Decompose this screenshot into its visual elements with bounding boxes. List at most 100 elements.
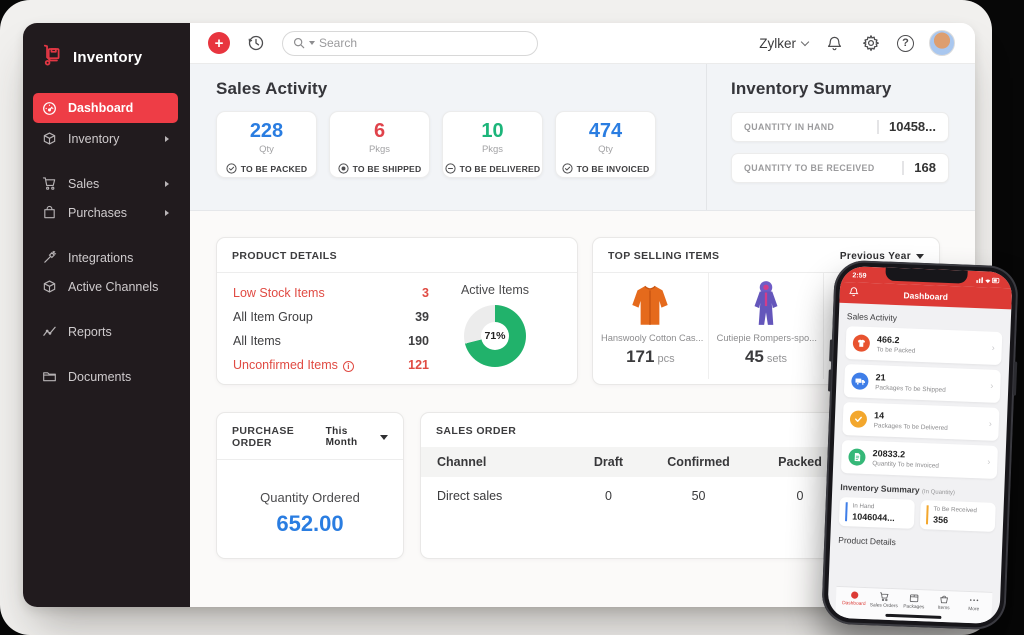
basket-icon <box>940 595 948 604</box>
dot-circle-icon <box>337 163 349 174</box>
recent-history-icon[interactable] <box>245 32 267 54</box>
user-avatar[interactable] <box>929 30 955 56</box>
search-input[interactable] <box>319 36 527 50</box>
col-confirmed: Confirmed <box>640 447 757 477</box>
phone-bell-icon <box>849 286 859 299</box>
sidebar: Inventory Dashboard Inventory Sales Purc… <box>23 23 190 607</box>
chevron-right-icon <box>165 180 169 187</box>
global-search[interactable] <box>282 30 538 56</box>
phone-product-details-title: Product Details <box>838 534 897 548</box>
phone-card-to-be-packed: 466.2 To be Packed › <box>845 326 1003 366</box>
cart-icon <box>42 177 56 190</box>
sales-activity-title: Sales Activity <box>216 79 328 98</box>
shirt-icon <box>852 334 871 352</box>
top-selling-item[interactable]: Cutiepie Rompers-spo... 45 sets <box>709 273 825 379</box>
phone-tab-items: Items <box>929 593 960 611</box>
col-channel: Channel <box>421 447 577 477</box>
purchase-order-title: PURCHASE ORDER <box>232 425 295 449</box>
chevron-right-icon: › <box>990 380 994 391</box>
purchase-order-card: PURCHASE ORDER This Month Quantity Order… <box>216 412 404 559</box>
phone-tab-more: More <box>959 595 990 613</box>
active-items-donut: 71% <box>464 305 526 367</box>
pd-row-all-items[interactable]: All Items 190 <box>233 329 429 353</box>
pd-row-all-item-group[interactable]: All Item Group 39 <box>233 305 429 329</box>
box-icon <box>909 594 919 603</box>
pd-row-unconfirmed-items[interactable]: Unconfirmed Items i 121 <box>233 353 429 377</box>
pd-row-low-stock[interactable]: Low Stock Items 3 <box>233 281 429 305</box>
sidebar-item-dashboard[interactable]: Dashboard <box>33 93 178 123</box>
notifications-bell-icon[interactable] <box>823 32 845 54</box>
top-selling-title: TOP SELLING ITEMS <box>608 250 720 262</box>
phone-inventory-summary-title: Inventory Summary (In Quantity) <box>840 481 956 497</box>
chevron-right-icon: › <box>987 456 991 467</box>
inventory-summary-section: Inventory Summary QUANTITY IN HAND 10458… <box>707 64 975 210</box>
brand: Inventory <box>23 23 190 87</box>
stat-card-to-be-invoiced[interactable]: 474 Qty TO BE INVOICED <box>555 111 656 178</box>
phone-time: 2:59 <box>852 272 867 280</box>
sidebar-item-integrations[interactable]: Integrations <box>33 244 178 271</box>
phone-screen: 2:59 Dashboard Sales Activity 466.2 To b… <box>827 265 1013 625</box>
topbar: + Zylker <box>190 23 975 64</box>
phone-summary-in-hand: In Hand 1046044... <box>838 496 915 529</box>
quantity-ordered-label: Quantity Ordered <box>260 490 360 505</box>
upper-strip: Sales Activity 228 Qty TO BE PACKED 6 Pk… <box>190 64 975 211</box>
phone-volume-button <box>829 339 833 362</box>
stat-card-to-be-delivered[interactable]: 10 Pkgs TO BE DELIVERED <box>442 111 543 178</box>
phone-nav-title: Dashboard <box>903 289 949 302</box>
purchase-order-range-dropdown[interactable]: This Month <box>326 426 388 448</box>
more-dots-icon <box>969 599 979 602</box>
top-selling-item[interactable]: Hanswooly Cotton Cas... 171 pcs <box>593 273 709 379</box>
brand-name: Inventory <box>73 49 143 66</box>
phone-sales-activity-title: Sales Activity <box>846 311 898 324</box>
inventory-logo-icon <box>41 44 63 71</box>
sidebar-item-active-channels[interactable]: Active Channels <box>33 273 178 300</box>
stat-card-to-be-shipped[interactable]: 6 Pkgs TO BE SHIPPED <box>329 111 430 178</box>
cube-icon <box>43 132 56 145</box>
donut-percent-label: 71% <box>484 330 506 342</box>
quick-create-button[interactable]: + <box>208 32 230 54</box>
org-switcher[interactable]: Zylker <box>759 36 810 51</box>
phone-frame: 2:59 Dashboard Sales Activity 466.2 To b… <box>821 259 1019 631</box>
cart-icon <box>880 592 889 602</box>
stat-card-to-be-packed[interactable]: 228 Qty TO BE PACKED <box>216 111 317 178</box>
product-details-title: PRODUCT DETAILS <box>232 250 337 262</box>
sidebar-item-reports[interactable]: Reports <box>33 318 178 345</box>
phone-power-button <box>1012 361 1018 396</box>
gauge-icon <box>43 101 56 115</box>
folder-icon <box>43 372 56 382</box>
doc-icon <box>848 448 866 466</box>
search-scope-dropdown-icon[interactable] <box>309 41 315 45</box>
phone-card-to-be-delivered: 14 Packages To be Delivered › <box>842 402 1000 441</box>
dashboard-icon <box>850 591 858 599</box>
bag-icon <box>44 205 55 219</box>
phone-mockup: 2:59 Dashboard Sales Activity 466.2 To b… <box>821 259 1019 631</box>
channels-icon <box>43 280 56 293</box>
active-items-label: Active Items <box>460 283 530 297</box>
help-icon[interactable]: ? <box>897 34 914 52</box>
sidebar-item-inventory[interactable]: Inventory <box>33 125 178 152</box>
phone-volume-button <box>827 369 832 392</box>
sidebar-item-purchases[interactable]: Purchases <box>33 199 178 226</box>
product-image-orange-sweater <box>593 277 708 329</box>
inventory-summary-row-to-be-received[interactable]: QUANTITY TO BE RECEIVED 168 <box>731 153 949 183</box>
settings-gear-icon[interactable] <box>860 32 882 54</box>
search-icon <box>293 37 305 49</box>
product-image-purple-romper <box>709 277 824 329</box>
chevron-down-icon <box>800 37 810 46</box>
sales-order-title: SALES ORDER <box>436 425 517 437</box>
phone-tab-dashboard: Dashboard <box>839 590 870 607</box>
sales-activity-section: Sales Activity 228 Qty TO BE PACKED 6 Pk… <box>190 64 707 210</box>
product-details-card: PRODUCT DETAILS Low Stock Items 3 All It… <box>216 237 578 385</box>
sidebar-item-documents[interactable]: Documents <box>33 363 178 390</box>
col-draft: Draft <box>576 447 641 477</box>
inventory-summary-row-in-hand[interactable]: QUANTITY IN HAND 10458... <box>731 112 949 142</box>
check-icon <box>849 410 868 428</box>
phone-card-to-be-invoiced: 20833.2 Quantity To be Invoiced › <box>840 440 999 479</box>
phone-tab-packages: Packages <box>899 592 930 610</box>
chevron-right-icon: › <box>988 418 993 429</box>
phone-body: Sales Activity 466.2 To be Packed › 21 P… <box>827 303 1011 624</box>
chevron-right-icon <box>165 135 169 142</box>
dropdown-triangle-icon <box>380 434 388 440</box>
sidebar-item-sales[interactable]: Sales <box>33 170 178 197</box>
trend-icon <box>43 326 56 336</box>
